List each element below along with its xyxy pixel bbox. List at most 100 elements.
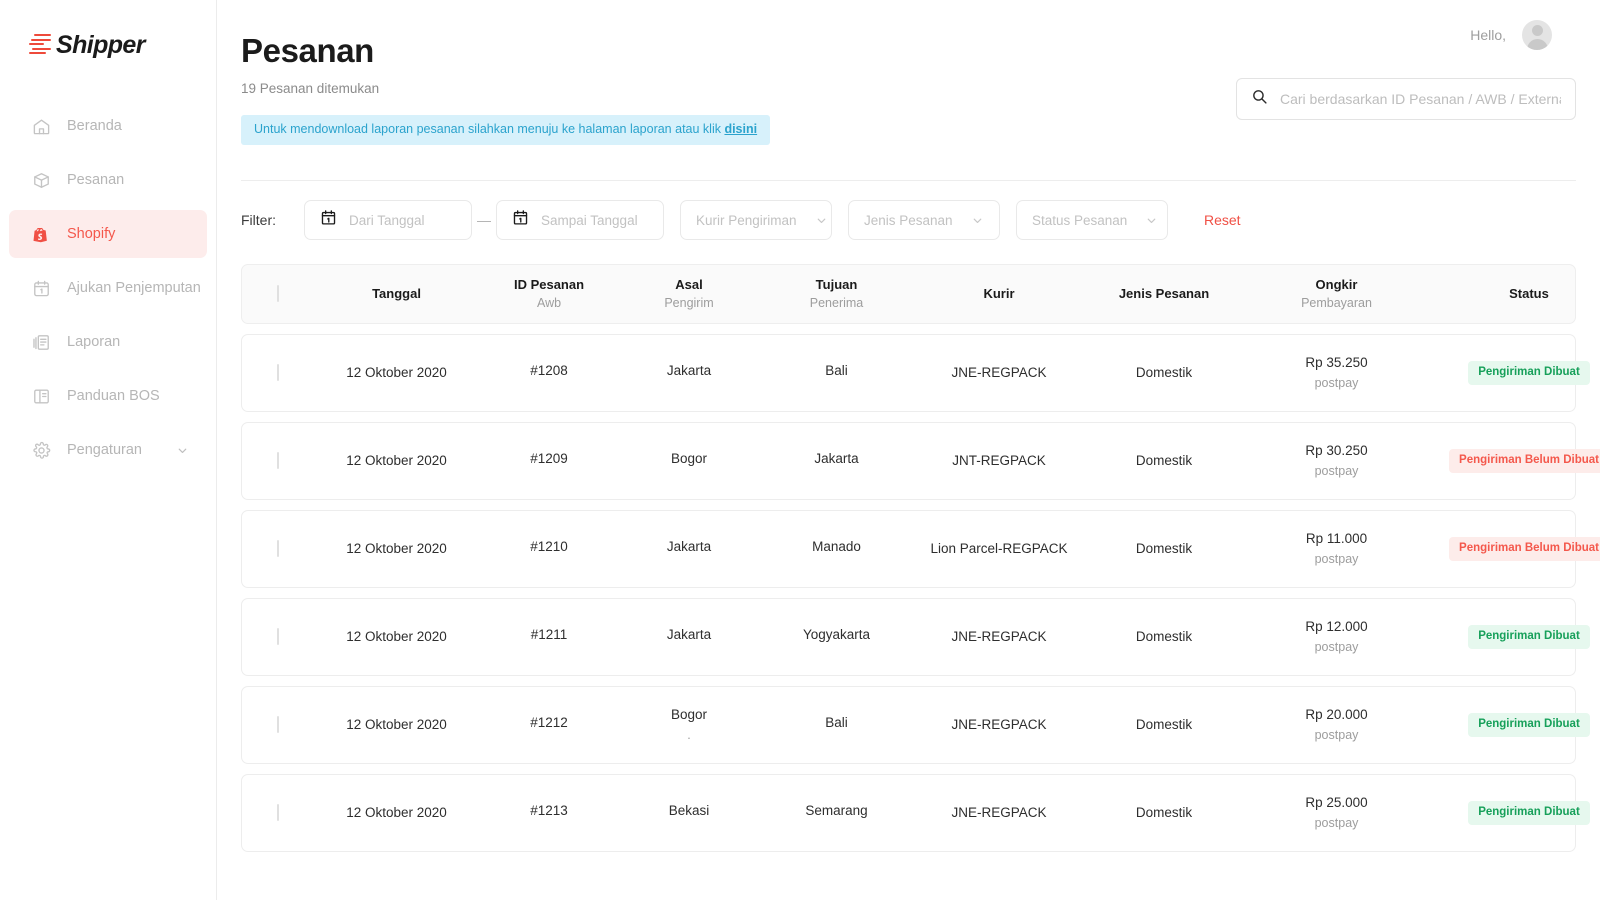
courier-select[interactable]: Kurir Pengiriman <box>680 200 832 240</box>
cell-ongkir: Rp 12.000 postpay <box>1244 618 1429 656</box>
sidebar-item-pesanan[interactable]: Pesanan <box>9 156 207 204</box>
row-select-cell <box>242 715 314 734</box>
table-header-row: Tanggal ID Pesanan Awb Asal Pengirim Tuj… <box>241 264 1576 324</box>
payment-type: postpay <box>1314 640 1359 655</box>
cell-tujuan: Jakarta <box>759 450 914 471</box>
table-row[interactable]: 12 Oktober 2020 #1210 Jakarta Manado Lion Pa… <box>241 510 1600 588</box>
shipping-cost: Rp 30.250 <box>1305 442 1368 458</box>
destination-city: Bali <box>825 715 848 731</box>
row-checkbox[interactable] <box>277 715 279 733</box>
cell-asal: Jakarta <box>619 626 759 647</box>
cell-kurir: JNT-REGPACK <box>952 452 1046 468</box>
banner-disini-link[interactable]: disini <box>724 122 757 136</box>
destination-city: Jakarta <box>814 451 859 467</box>
gear-icon <box>31 440 51 460</box>
cell-jenis-pesanan: Domestik <box>1135 364 1193 380</box>
brand-name: Shipper <box>56 30 145 59</box>
search-input[interactable] <box>1280 91 1561 107</box>
origin-city: Bekasi <box>668 803 710 819</box>
order-id: #1209 <box>530 451 568 467</box>
cell-status: Pengiriman Dibuat <box>1429 625 1600 649</box>
cell-status: Pengiriman Belum Dibuat <box>1429 537 1600 561</box>
cell-tanggal: 12 Oktober 2020 <box>346 540 447 556</box>
cell-id-pesanan: #1208 <box>479 362 619 383</box>
row-select-cell <box>242 803 314 822</box>
search-icon <box>1251 88 1268 110</box>
shipping-cost: Rp 12.000 <box>1305 618 1368 634</box>
cell-tanggal: 12 Oktober 2020 <box>346 364 447 380</box>
filter-label: Filter: <box>241 212 276 228</box>
shipping-cost: Rp 35.250 <box>1305 354 1368 370</box>
order-id: #1210 <box>530 539 568 555</box>
table-row[interactable]: 12 Oktober 2020 #1209 Bogor Jakarta JNT-REGP… <box>241 422 1600 500</box>
table-row[interactable]: 12 Oktober 2020 #1212 Bogor. Bali JNE-REGPAC… <box>241 686 1590 764</box>
reset-filters-button[interactable]: Reset <box>1204 212 1241 228</box>
column-header-id-pesanan: ID Pesanan Awb <box>479 276 619 312</box>
select-all-checkbox[interactable] <box>277 285 279 303</box>
column-title: Asal <box>675 276 703 292</box>
sidebar-item-ajukan-penjemputan[interactable]: Ajukan Penjemputan <box>9 264 207 312</box>
cell-ongkir: Rp 25.000 postpay <box>1244 794 1429 832</box>
date-to-field[interactable]: Sampai Tanggal <box>496 200 664 240</box>
row-checkbox[interactable] <box>277 451 279 469</box>
destination-city: Manado <box>812 539 861 555</box>
column-header-status: Status <box>1429 285 1600 303</box>
order-status-select[interactable]: Status Pesanan <box>1016 200 1168 240</box>
sidebar-item-label: Laporan <box>67 334 121 350</box>
date-from-field[interactable]: Dari Tanggal <box>304 200 472 240</box>
search-box[interactable] <box>1236 78 1576 120</box>
table-row[interactable]: 12 Oktober 2020 #1208 Jakarta Bali JNE-REGPA… <box>241 334 1590 412</box>
order-type-select[interactable]: Jenis Pesanan <box>848 200 1000 240</box>
report-icon <box>31 332 51 352</box>
sidebar-item-laporan[interactable]: Laporan <box>9 318 207 366</box>
orders-table: Tanggal ID Pesanan Awb Asal Pengirim Tuj… <box>241 264 1600 900</box>
cell-kurir: JNE-REGPACK <box>951 628 1047 644</box>
cell-jenis-pesanan: Domestik <box>1135 540 1193 556</box>
sidebar-item-label: Ajukan Penjemputan <box>67 280 201 296</box>
sidebar-item-beranda[interactable]: Beranda <box>9 102 207 150</box>
status-badge: Pengiriman Dibuat <box>1468 361 1590 385</box>
row-checkbox[interactable] <box>277 803 279 821</box>
table-row[interactable]: 12 Oktober 2020 #1213 Bekasi Semarang JNE-RE… <box>241 774 1590 852</box>
cell-tujuan: Bali <box>759 714 914 735</box>
sender-name: . <box>687 728 691 743</box>
order-id: #1211 <box>530 627 568 643</box>
cell-tanggal: 12 Oktober 2020 <box>346 804 447 820</box>
shipping-cost: Rp 25.000 <box>1305 794 1368 810</box>
sidebar-item-panduan-bos[interactable]: Panduan BOS <box>9 372 207 420</box>
origin-city: Jakarta <box>666 539 712 555</box>
sidebar-item-label: Panduan BOS <box>67 388 160 404</box>
cell-id-pesanan: #1211 <box>479 626 619 647</box>
cell-kurir: JNE-REGPACK <box>951 364 1047 380</box>
status-badge: Pengiriman Belum Dibuat <box>1449 537 1600 561</box>
row-checkbox[interactable] <box>277 363 279 381</box>
payment-type: postpay <box>1314 464 1359 479</box>
shipping-cost: Rp 11.000 <box>1305 530 1368 546</box>
order-id: #1213 <box>530 803 568 819</box>
column-header-tanggal: Tanggal <box>314 285 479 303</box>
payment-type: postpay <box>1314 728 1359 743</box>
cell-tujuan: Semarang <box>759 802 914 823</box>
table-row[interactable]: 12 Oktober 2020 #1211 Jakarta Yogyakarta JNE… <box>241 598 1590 676</box>
sidebar-item-label: Pengaturan <box>67 442 142 458</box>
page-title: Pesanan <box>241 32 374 69</box>
cell-asal: Jakarta <box>619 362 759 383</box>
cell-kurir: JNE-REGPACK <box>951 716 1047 732</box>
cell-status: Pengiriman Dibuat <box>1429 801 1600 825</box>
avatar[interactable] <box>1522 20 1552 50</box>
sidebar-item-shopify[interactable]: Shopify <box>9 210 207 258</box>
row-checkbox[interactable] <box>277 627 279 645</box>
column-subtitle: Pengirim <box>664 296 714 311</box>
status-badge: Pengiriman Dibuat <box>1468 801 1590 825</box>
row-checkbox[interactable] <box>277 539 279 557</box>
report-info-banner: Untuk mendownload laporan pesanan silahk… <box>241 114 771 145</box>
sidebar-item-label: Pesanan <box>67 172 125 188</box>
row-select-cell <box>242 363 314 382</box>
order-id: #1212 <box>530 715 568 731</box>
sidebar-item-pengaturan[interactable]: Pengaturan <box>9 426 207 474</box>
chevron-down-icon[interactable] <box>175 443 189 457</box>
cell-ongkir: Rp 20.000 postpay <box>1244 706 1429 744</box>
order-id: #1208 <box>530 363 568 379</box>
brand-logo[interactable]: Shipper <box>0 0 216 90</box>
column-header-tujuan: Tujuan Penerima <box>759 276 914 312</box>
